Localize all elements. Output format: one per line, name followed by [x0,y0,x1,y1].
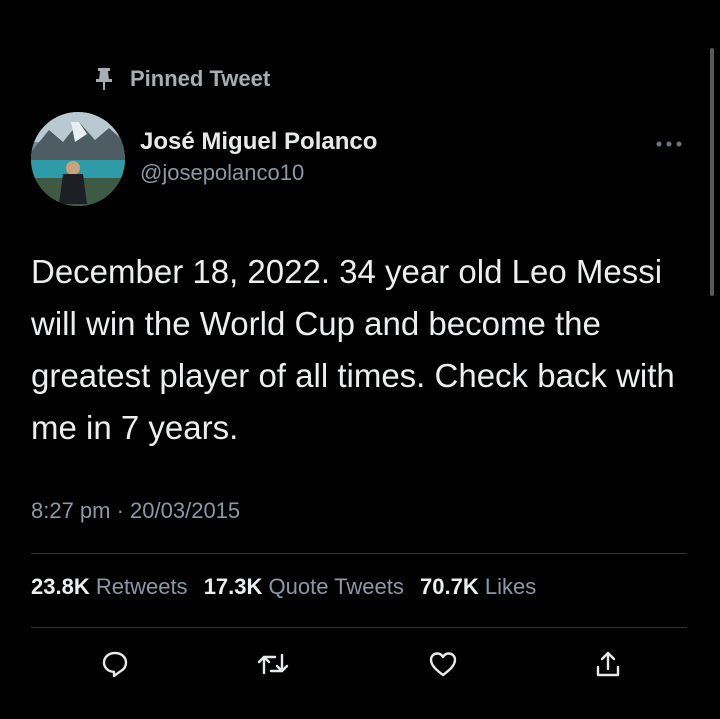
tweet-stats: 23.8K Retweets 17.3K Quote Tweets 70.7K … [31,574,546,600]
quote-tweets-label: Quote Tweets [268,574,404,599]
scrollbar[interactable] [710,48,714,296]
reply-icon [100,649,130,684]
retweets-label: Retweets [95,574,188,599]
avatar[interactable] [31,112,125,206]
tweet-detail: Pinned Tweet José Miguel Polanco @josepo… [0,0,720,719]
pinned-indicator: Pinned Tweet [94,64,270,94]
tweet-actions [0,648,720,686]
like-button[interactable] [425,648,461,684]
author-name[interactable]: José Miguel Polanco [140,126,377,158]
likes-label: Likes [484,574,537,599]
likes-stat[interactable]: 70.7K Likes [420,574,536,599]
more-icon[interactable] [655,132,683,153]
author-block[interactable]: José Miguel Polanco @josepolanco10 [140,126,377,188]
quote-tweets-stat[interactable]: 17.3K Quote Tweets [204,574,404,599]
likes-count: 70.7K [420,574,479,599]
tweet-text: December 18, 2022. 34 year old Leo Messi… [31,253,675,446]
quote-tweets-count: 17.3K [203,574,263,599]
heart-icon [427,649,459,684]
tweet-timestamp[interactable]: 8:27 pm · 20/03/2015 [31,498,240,524]
share-button[interactable] [590,648,626,684]
reply-button[interactable] [97,648,133,684]
retweet-icon [256,649,290,684]
pinned-label: Pinned Tweet [130,66,271,91]
divider [31,553,687,554]
author-handle[interactable]: @josepolanco10 [140,158,377,188]
retweets-count: 23.8K [31,574,90,599]
retweet-button[interactable] [255,648,291,684]
divider [31,627,687,628]
retweets-stat[interactable]: 23.8K Retweets [31,574,188,599]
share-icon [593,649,623,684]
pin-icon [94,67,114,91]
